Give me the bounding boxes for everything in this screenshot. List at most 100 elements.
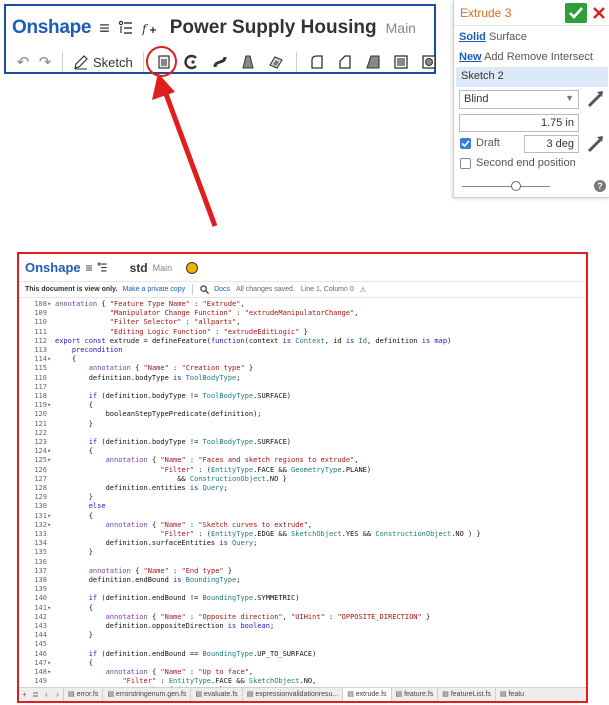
code-line[interactable]: 109 "Manipulator Change Function" : "ext… [19,309,586,318]
feature-list-icon[interactable] [118,20,134,36]
search-icon[interactable] [200,285,210,294]
branch-label[interactable]: Main [153,263,173,273]
code-line[interactable]: 131▾ { [19,512,586,521]
code-line[interactable]: 122 [19,429,586,438]
code-line[interactable]: 119▾ { [19,401,586,410]
code-line[interactable]: 120 booleanStepTypePredicate(definition)… [19,410,586,419]
surface-option[interactable]: Surface [489,31,527,43]
code-line[interactable]: 116 definition.bodyType is ToolBodyType; [19,374,586,383]
file-tab[interactable]: ▤ evaluate.fs [190,687,241,701]
make-private-copy-link[interactable]: Make a private copy [122,286,185,293]
fillet-icon[interactable] [306,52,328,72]
file-tab[interactable]: ▤ error.fs [63,687,102,701]
preview-slider-track[interactable] [462,186,550,187]
code-line[interactable]: 117 [19,383,586,392]
add-option[interactable]: Add [484,51,504,63]
hamburger-menu-icon[interactable]: ≡ [86,261,93,275]
flip-direction-icon[interactable] [585,89,605,109]
draft-icon[interactable] [362,52,384,72]
warning-triangle-icon[interactable]: ⚠ [360,286,366,294]
revolve-icon[interactable] [181,52,203,72]
undo-icon[interactable]: ↶ [12,53,34,71]
hole-icon[interactable] [418,52,440,72]
chamfer-icon[interactable] [334,52,356,72]
code-line[interactable]: 139 [19,585,586,594]
loft-icon[interactable] [237,52,259,72]
second-end-checkbox[interactable] [460,158,471,169]
draft-checkbox[interactable] [460,138,471,149]
confirm-button[interactable] [565,3,587,23]
branch-label[interactable]: Main [386,20,416,36]
intersect-option[interactable]: Intersect [551,51,593,63]
sweep-icon[interactable] [209,52,231,72]
tab-left-icon[interactable]: ‹ [41,690,52,699]
code-area[interactable]: 108▾ annotation { "Feature Type Name" : "… [19,300,586,688]
code-line[interactable]: 130 else [19,502,586,511]
sketch-selection-field[interactable]: Sketch 2 [456,67,608,87]
docs-link[interactable]: Docs [214,286,230,293]
new-option[interactable]: New [459,51,482,63]
code-line[interactable]: 144 } [19,631,586,640]
code-line[interactable]: 129 } [19,493,586,502]
code-line[interactable]: 148▾ annotation { "Name" : "Up to face", [19,668,586,677]
solid-option[interactable]: Solid [459,31,486,43]
code-line[interactable]: 126 "Filter" : (EntityType.FACE && Geome… [19,466,586,475]
code-line[interactable]: 127 && ConstructionObject.NO } [19,475,586,484]
code-line[interactable]: 108▾ annotation { "Feature Type Name" : "… [19,300,586,309]
draft-angle-input[interactable]: 3 deg [524,135,579,153]
file-tab[interactable]: ▤ expressionvalidationresu... [241,687,342,701]
tab-list-icon[interactable]: ≣ [30,690,41,699]
remove-option[interactable]: Remove [507,51,548,63]
code-line[interactable]: 138 definition.endBound is BoundingType; [19,576,586,585]
flip-direction-icon[interactable] [585,134,605,154]
code-line[interactable]: 118 if (definition.bodyType != ToolBodyT… [19,392,586,401]
code-line[interactable]: 124▾ { [19,447,586,456]
code-line[interactable]: 110 "Filter Selector" : "allparts", [19,318,586,327]
warning-icon[interactable] [186,261,199,274]
file-tab[interactable]: ▤ feature.fs [390,687,438,701]
code-line[interactable]: 115 annotation { "Name" : "Creation type… [19,364,586,373]
file-tab[interactable]: ▤ extrude.fs [342,687,391,701]
code-line[interactable]: 121 } [19,420,586,429]
onshape-logo[interactable]: Onshape [25,260,81,275]
tab-right-icon[interactable]: › [52,690,63,699]
code-line[interactable]: 132▾ annotation { "Name" : "Sketch curve… [19,521,586,530]
code-line[interactable]: 136 [19,558,586,567]
file-tab[interactable]: ▤ featureList.fs [437,687,495,701]
code-line[interactable]: 114▾ { [19,355,586,364]
add-tab-icon[interactable]: + [19,690,30,699]
end-type-select[interactable]: Blind ▼ [459,90,579,109]
file-tab[interactable]: ▤ featu [494,687,528,701]
depth-input[interactable]: 1.75 in [459,114,579,132]
hamburger-menu-icon[interactable]: ≡ [99,18,110,39]
code-line[interactable]: 135 } [19,548,586,557]
redo-icon[interactable]: ↷ [34,53,56,71]
code-line[interactable]: 149 "Filter" : EntityType.FACE && Sketch… [19,677,586,686]
code-line[interactable]: 137 annotation { "Name" : "End type" } [19,567,586,576]
document-title[interactable]: std [130,261,148,275]
onshape-logo[interactable]: Onshape [12,17,92,39]
add-custom-feature-icon[interactable]: f [142,20,156,36]
thicken-icon[interactable] [265,52,287,72]
sketch-button[interactable]: Sketch [69,54,137,70]
code-line[interactable]: 134 definition.surfaceEntities is Query; [19,539,586,548]
help-icon[interactable]: ? [594,180,606,192]
preview-slider-handle[interactable] [511,181,521,191]
code-line[interactable]: 123 if (definition.bodyType != ToolBodyT… [19,438,586,447]
code-line[interactable]: 147▾ { [19,659,586,668]
code-line[interactable]: 111 "Editing Logic Function" : "extrudeE… [19,328,586,337]
feature-list-icon[interactable] [97,262,108,273]
document-title[interactable]: Power Supply Housing [170,17,377,39]
code-line[interactable]: 128 definition.entities is Query; [19,484,586,493]
file-tab[interactable]: ▤ errorstringenum.gen.fs [102,687,190,701]
code-line[interactable]: 113 precondition [19,346,586,355]
code-line[interactable]: 140 if (definition.endBound != BoundingT… [19,594,586,603]
shell-icon[interactable] [390,52,412,72]
code-line[interactable]: 142 annotation { "Name" : "Opposite dire… [19,613,586,622]
code-line[interactable]: 133 "Filter" : (EntityType.EDGE && Sketc… [19,530,586,539]
code-line[interactable]: 146 if (definition.endBound == BoundingT… [19,650,586,659]
code-line[interactable]: 125▾ annotation { "Name" : "Faces and sk… [19,456,586,465]
code-line[interactable]: 141▾ { [19,604,586,613]
code-line[interactable]: 143 definition.oppositeDirection is bool… [19,622,586,631]
cancel-button[interactable] [591,3,607,23]
